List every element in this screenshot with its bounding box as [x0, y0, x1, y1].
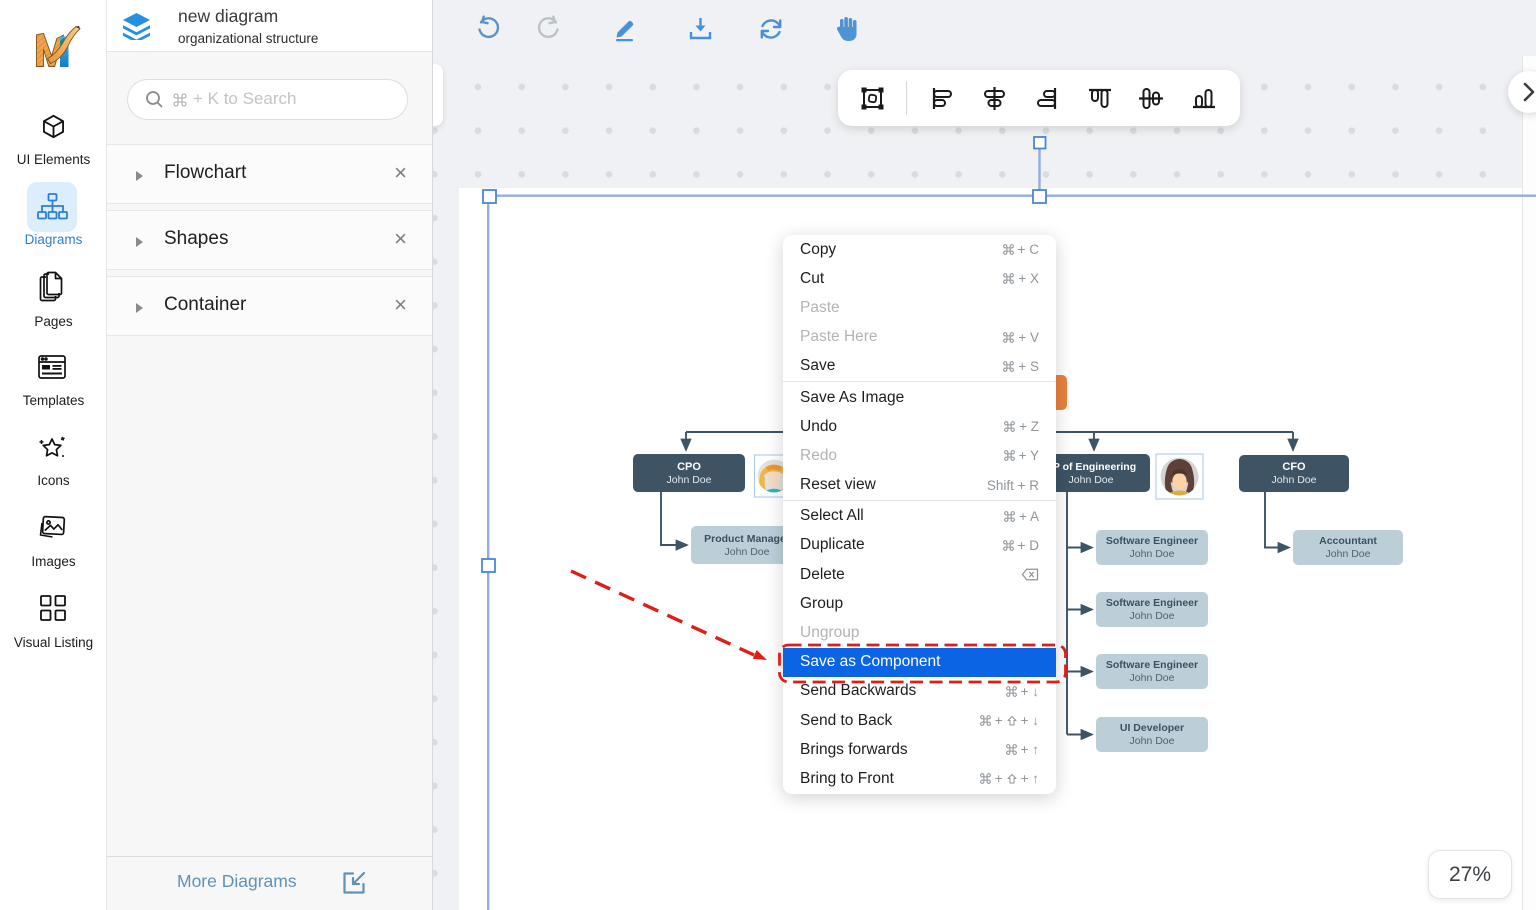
svg-text:John Doe: John Doe	[1069, 474, 1114, 486]
svg-text:John Doe: John Doe	[1130, 610, 1175, 622]
svg-text:Software Engineer: Software Engineer	[1106, 659, 1198, 671]
svg-text:John Doe: John Doe	[1130, 672, 1175, 684]
svg-text:John Doe: John Doe	[725, 546, 770, 558]
svg-text:Software Engineer: Software Engineer	[1106, 597, 1198, 609]
svg-text:John Doe: John Doe	[1130, 735, 1175, 747]
svg-text:John Doe: John Doe	[1272, 474, 1317, 486]
svg-text:CFO: CFO	[1282, 461, 1306, 473]
svg-text:John Doe: John Doe	[1130, 548, 1175, 560]
svg-text:UI Developer: UI Developer	[1120, 722, 1184, 734]
svg-text:Software Engineer: Software Engineer	[1106, 535, 1198, 547]
svg-text:John Doe: John Doe	[667, 474, 712, 486]
svg-text:VP of Engineering: VP of Engineering	[1046, 461, 1136, 473]
svg-text:CPO: CPO	[677, 461, 701, 473]
svg-text:Accountant: Accountant	[1319, 535, 1377, 547]
svg-text:Product Manager: Product Manager	[704, 533, 790, 545]
svg-text:John Doe: John Doe	[1326, 548, 1371, 560]
